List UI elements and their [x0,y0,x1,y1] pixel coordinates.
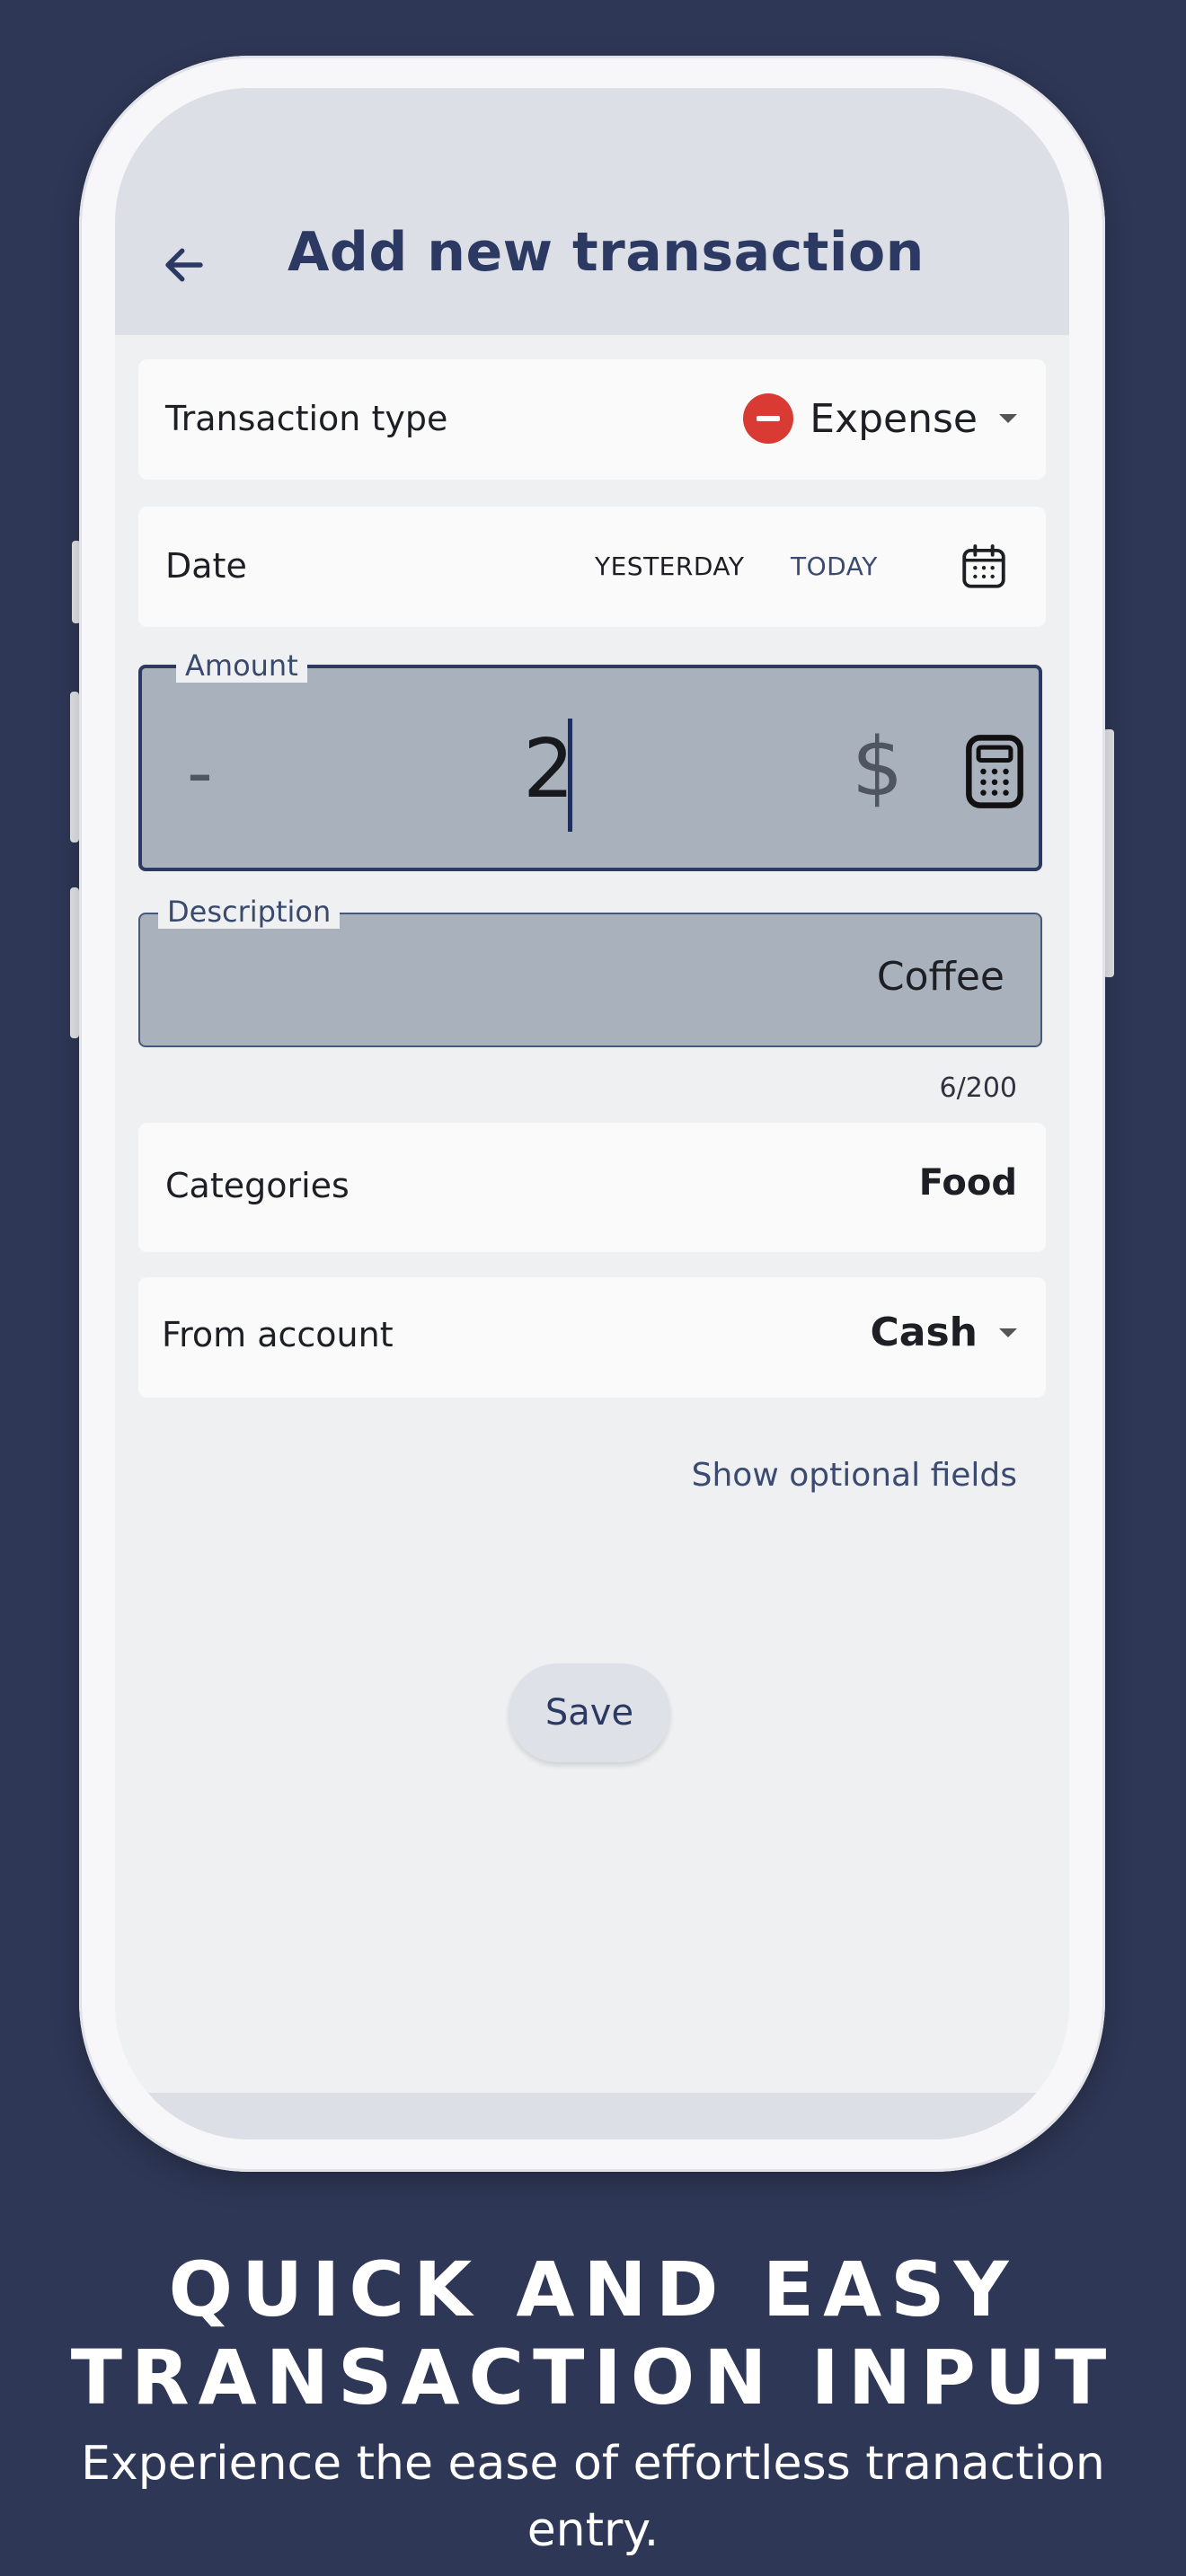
transaction-type-row[interactable]: Transaction type Expense [138,359,1046,480]
app-bar: Add new transaction [115,88,1069,335]
chevron-down-icon [999,414,1017,423]
from-account-row[interactable]: From account Cash [138,1277,1046,1398]
promo-headline-line1: QUICK AND EASY [168,2245,1018,2333]
minus-circle-icon [743,393,794,444]
calendar-icon[interactable] [958,541,1010,593]
categories-row[interactable]: Categories Food [138,1123,1046,1252]
yesterday-button[interactable]: YESTERDAY [595,551,744,581]
phone-side-button [70,692,79,842]
calculator-icon[interactable] [961,733,1028,810]
amount-sign: - [187,731,213,815]
date-label: Date [165,546,247,586]
arrow-left-icon[interactable] [160,241,208,289]
categories-value: Food [918,1162,1017,1204]
app-screen: Add new transaction Transaction type Exp… [115,88,1069,2139]
transaction-type-dropdown[interactable]: Expense [743,393,1017,444]
description-input[interactable]: Coffee [877,954,1005,1000]
save-button[interactable]: Save [509,1663,670,1762]
description-char-counter: 6/200 [939,1072,1017,1104]
amount-legend: Amount [176,648,307,683]
chevron-down-icon [999,1328,1017,1337]
page-title: Add new transaction [288,221,925,284]
from-account-label: From account [162,1315,394,1354]
amount-input[interactable]: 2 [523,722,574,816]
from-account-dropdown[interactable]: Cash [870,1310,1017,1355]
currency-symbol: $ [852,720,904,815]
transaction-type-label: Transaction type [165,399,448,438]
promo-headline-line2: TRANSACTION INPUT [70,2333,1116,2422]
transaction-type-value: Expense [810,395,978,442]
categories-label: Categories [165,1166,350,1205]
description-legend: Description [158,895,341,929]
promo-subtitle: Experience the ease of effortless tranac… [81,2437,1105,2557]
amount-field[interactable]: Amount - 2 $ [138,648,1042,871]
show-optional-fields-link[interactable]: Show optional fields [692,1457,1017,1494]
from-account-value: Cash [870,1310,978,1355]
bottom-system-bar [115,2093,1069,2139]
date-row: Date YESTERDAY TODAY [138,507,1046,627]
text-cursor [568,719,572,832]
description-field[interactable]: Description Coffee [138,895,1042,1047]
today-button[interactable]: TODAY [791,551,878,581]
phone-side-button [70,887,79,1038]
